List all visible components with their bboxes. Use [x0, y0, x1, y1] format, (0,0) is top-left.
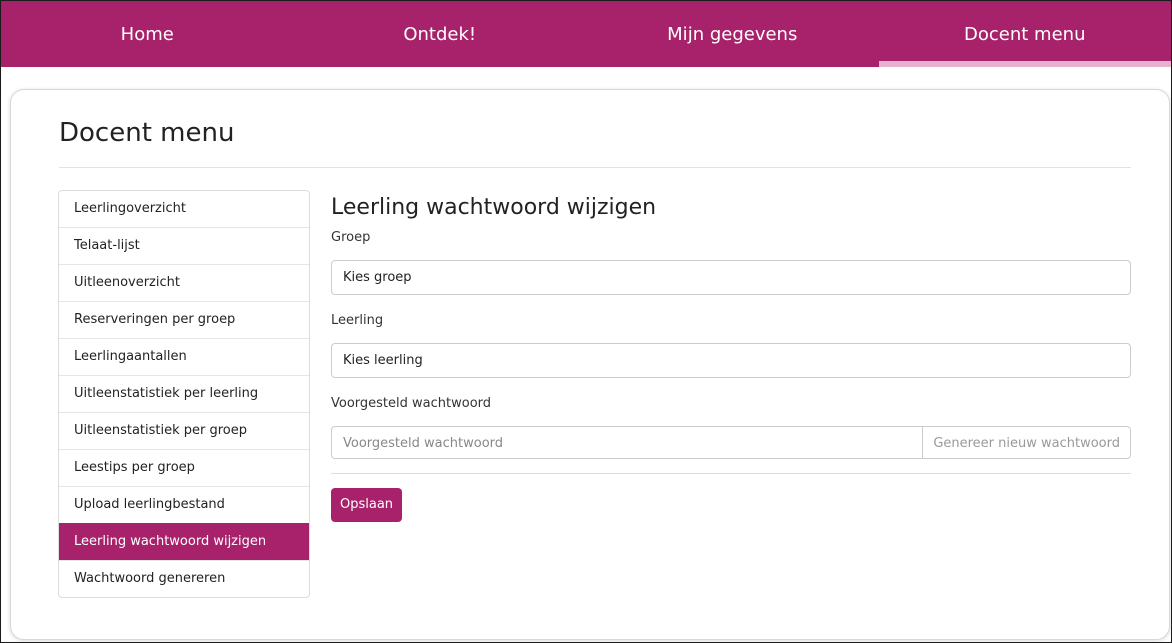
form-divider: [331, 473, 1131, 474]
sidebar-item-leerling-wachtwoord-wijzigen[interactable]: Leerling wachtwoord wijzigen: [59, 523, 309, 560]
sidebar-item-leestips-per-groep[interactable]: Leestips per groep: [59, 449, 309, 486]
password-label: Voorgesteld wachtwoord: [331, 396, 492, 411]
sidebar-item-uitleenstatistiek-per-groep[interactable]: Uitleenstatistiek per groep: [59, 412, 309, 449]
form-title: Leerling wachtwoord wijzigen: [331, 195, 657, 220]
group-select[interactable]: Kies groep: [331, 260, 1131, 295]
title-divider: [59, 167, 1131, 168]
sidebar-item-wachtwoord-genereren[interactable]: Wachtwoord genereren: [59, 560, 309, 597]
password-change-form: Leerling wachtwoord wijzigen Groep Kies …: [331, 190, 1131, 522]
page-title: Docent menu: [59, 118, 235, 148]
password-input-group: Voorgesteld wachtwoord Genereer nieuw wa…: [331, 426, 1131, 459]
save-button[interactable]: Opslaan: [331, 488, 403, 522]
sidebar-item-leerlingoverzicht[interactable]: Leerlingoverzicht: [59, 191, 309, 227]
group-label: Groep: [331, 230, 371, 245]
nav-tab-mijn-gegevens[interactable]: Mijn gegevens: [586, 1, 879, 67]
sidebar-menu: Leerlingoverzicht Telaat-lijst Uitleenov…: [58, 190, 310, 598]
sidebar-item-telaat-lijst[interactable]: Telaat-lijst: [59, 227, 309, 264]
content-card: Docent menu Leerlingoverzicht Telaat-lij…: [10, 89, 1170, 640]
sidebar-item-reserveringen-per-groep[interactable]: Reserveringen per groep: [59, 301, 309, 338]
student-label: Leerling: [331, 313, 384, 328]
browser-viewport: Home Ontdek! Mijn gegevens Docent menu D…: [0, 0, 1172, 643]
nav-tab-label: Ontdek!: [403, 23, 477, 45]
nav-tab-home[interactable]: Home: [1, 1, 294, 67]
sidebar-item-upload-leerlingbestand[interactable]: Upload leerlingbestand: [59, 486, 309, 523]
student-select[interactable]: Kies leerling: [331, 343, 1131, 378]
student-field-section: Leerling Kies leerling: [331, 313, 1131, 378]
nav-tab-label: Docent menu: [964, 23, 1086, 45]
password-field-section: Voorgesteld wachtwoord Voorgesteld wacht…: [331, 396, 1131, 459]
suggested-password-input[interactable]: Voorgesteld wachtwoord: [331, 426, 923, 459]
group-field-section: Groep Kies groep: [331, 230, 1131, 295]
nav-tab-label: Mijn gegevens: [667, 23, 798, 45]
nav-tab-label: Home: [120, 23, 174, 45]
nav-tab-ontdek[interactable]: Ontdek!: [294, 1, 587, 67]
generate-password-button[interactable]: Genereer nieuw wachtwoord: [922, 426, 1131, 459]
sidebar-item-uitleenoverzicht[interactable]: Uitleenoverzicht: [59, 264, 309, 301]
sidebar-item-uitleenstatistiek-per-leerling[interactable]: Uitleenstatistiek per leerling: [59, 375, 309, 412]
sidebar-item-leerlingaantallen[interactable]: Leerlingaantallen: [59, 338, 309, 375]
nav-tab-docent-menu[interactable]: Docent menu: [878, 1, 1172, 67]
top-navigation: Home Ontdek! Mijn gegevens Docent menu: [1, 1, 1171, 67]
